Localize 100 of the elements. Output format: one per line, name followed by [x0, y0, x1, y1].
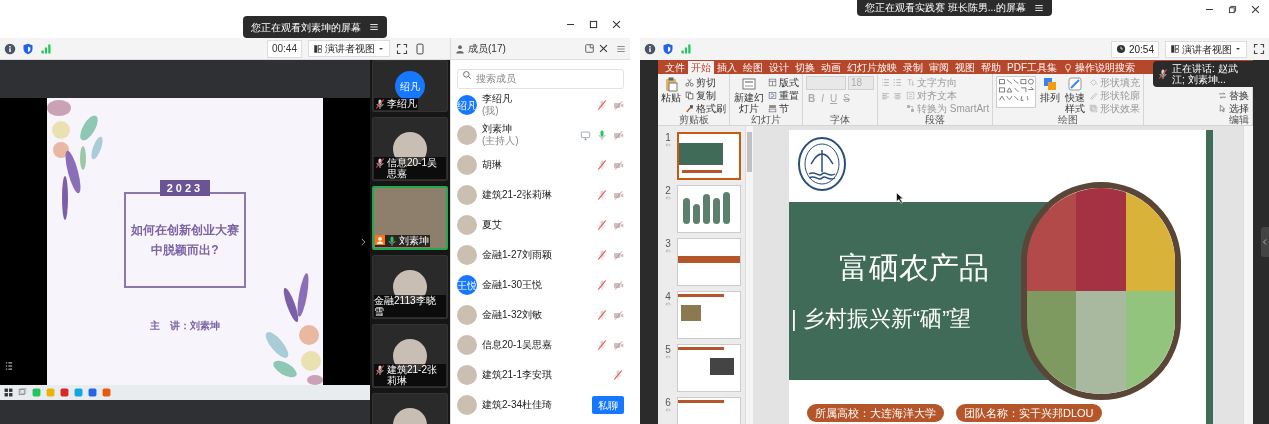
video-tile[interactable]: 刘素坤: [372, 186, 448, 250]
fullscreen-icon[interactable]: [396, 42, 408, 55]
fullscreen-icon[interactable]: [1253, 43, 1265, 55]
reset-icon: [768, 90, 777, 100]
member-role: (我): [482, 105, 500, 117]
person-icon: [455, 43, 465, 54]
member-row[interactable]: 夏艾: [451, 210, 630, 240]
ribbon-tab[interactable]: 动画: [818, 61, 844, 74]
shield-icon[interactable]: [662, 43, 674, 55]
close-icon[interactable]: [598, 43, 609, 54]
ribbon-button[interactable]: 重置: [768, 89, 799, 101]
member-name: 信息20-1吴思嘉: [482, 339, 553, 351]
ribbon-tab[interactable]: 帮助: [978, 61, 1004, 74]
restore-icon[interactable]: [1227, 4, 1238, 15]
avatar-photo: [457, 365, 477, 385]
avatar-photo: [457, 185, 477, 205]
ribbon-tab[interactable]: 开始: [688, 61, 714, 74]
member-row[interactable]: 信息20-1吴思嘉: [451, 330, 630, 360]
ribbon-button[interactable]: 剪切: [685, 76, 726, 88]
lightbulb-icon: [1063, 62, 1073, 73]
member-name: 刘素坤: [482, 123, 513, 135]
ribbon-group-label: 幻灯片: [750, 114, 782, 125]
shapes-gallery[interactable]: [996, 76, 1037, 108]
ribbon-button[interactable]: 快速样式: [1064, 76, 1086, 114]
copy-icon: [685, 90, 694, 100]
member-name: 胡琳: [482, 159, 503, 171]
member-row[interactable]: 金融1-32刘敏: [451, 300, 630, 330]
slide-thumbnail[interactable]: [677, 185, 741, 233]
info-icon[interactable]: [4, 42, 16, 55]
member-row[interactable]: 建筑21-2张莉琳: [451, 180, 630, 210]
slide-title-line: 中脱颖而出?: [151, 243, 219, 257]
meeting-timer: 00:44: [266, 39, 302, 58]
info-icon[interactable]: [644, 43, 656, 55]
side-panel-tab[interactable]: [1261, 227, 1269, 257]
participant-name: 刘素坤: [399, 235, 429, 246]
ribbon-button[interactable]: 复制: [685, 89, 726, 101]
ribbon-button[interactable]: 格式刷: [685, 102, 726, 114]
slide-title: 富硒农产品: [838, 250, 990, 286]
menu-icon[interactable]: [369, 22, 379, 32]
member-row[interactable]: 建筑2-34杜佳琦 私聊: [451, 390, 630, 420]
ribbon-tab[interactable]: PDF工具集: [1004, 61, 1060, 74]
video-tile[interactable]: 绍凡 李绍凡: [372, 60, 448, 112]
member-row[interactable]: 胡琳: [451, 150, 630, 180]
ribbon-button[interactable]: 版式: [768, 76, 799, 88]
private-chat-button[interactable]: 私聊: [592, 396, 624, 414]
windows-icon[interactable]: [4, 388, 13, 397]
member-name: 建筑2-34杜佳琦: [482, 399, 553, 411]
layout-icon: [1170, 44, 1180, 54]
ribbon-button[interactable]: 新建幻灯片: [733, 76, 764, 114]
video-tile[interactable]: 信息20-1吴思嘉: [372, 117, 448, 181]
slide-number: 5: [665, 344, 671, 355]
ribbon-button[interactable]: 粘贴: [661, 76, 681, 103]
shield-icon[interactable]: [22, 42, 34, 55]
search-field[interactable]: 搜索成员: [457, 68, 624, 89]
member-row[interactable]: 刘素坤 (主持人): [451, 120, 630, 150]
slide-thumbnail[interactable]: [677, 344, 741, 392]
ribbon-tab[interactable]: 切换: [792, 61, 818, 74]
slide-thumbnail[interactable]: [677, 291, 741, 339]
slide-thumbnail[interactable]: [677, 238, 741, 286]
ribbon-button[interactable]: 节: [768, 102, 799, 114]
member-row[interactable]: 王悦 金融1-30王悦: [451, 270, 630, 300]
ribbon-tab[interactable]: 插入: [714, 61, 740, 74]
font-name-field[interactable]: [806, 76, 846, 90]
close-icon[interactable]: [611, 19, 622, 30]
university-emblem-icon: [797, 136, 847, 192]
clock-text: 20:54: [1128, 42, 1154, 57]
view-button[interactable]: 演讲者视图: [308, 40, 390, 57]
menu-icon[interactable]: [1034, 3, 1045, 13]
ribbon-button[interactable]: 排列: [1040, 76, 1061, 103]
search-icon: [462, 70, 472, 80]
close-icon[interactable]: [1250, 4, 1261, 15]
video-tile[interactable]: 建筑21-2张莉琳: [372, 324, 448, 388]
popout-icon[interactable]: [584, 43, 595, 54]
ribbon-button[interactable]: 替换: [1218, 89, 1249, 101]
member-row[interactable]: 建筑21-1李安琪: [451, 360, 630, 390]
member-row[interactable]: 金融1-27刘雨颖: [451, 240, 630, 270]
task-view-icon[interactable]: [18, 388, 27, 397]
member-name: 夏艾: [482, 219, 503, 231]
maximize-icon[interactable]: [588, 19, 599, 30]
tell-me-search[interactable]: 操作说明搜索: [1060, 61, 1138, 74]
list-menu-icon[interactable]: [4, 361, 14, 371]
section-icon: [768, 103, 777, 113]
ribbon-tab[interactable]: 幻灯片放映: [844, 61, 900, 74]
avatar-photo: [457, 395, 477, 415]
ribbon-tab[interactable]: 设计: [766, 61, 792, 74]
avatar-photo: [457, 125, 477, 145]
avatar-photo: [457, 245, 477, 265]
ribbon-tab[interactable]: 录制: [900, 61, 926, 74]
view-button[interactable]: 演讲者视图: [1165, 40, 1247, 58]
ribbon-button[interactable]: 选择: [1218, 102, 1249, 114]
transition-icon: [664, 143, 672, 150]
transition-icon: [664, 302, 672, 309]
slide-thumbnail[interactable]: [677, 132, 741, 180]
ribbon-tab[interactable]: 审阅: [926, 61, 952, 74]
phone-icon[interactable]: [414, 42, 426, 55]
scroll-thumb[interactable]: [747, 132, 752, 172]
ribbon-tab[interactable]: 绘图: [740, 61, 766, 74]
ribbon-tab[interactable]: 文件: [662, 61, 688, 74]
video-tile[interactable]: 金融2113李晓雪: [372, 255, 448, 319]
ribbon-tab[interactable]: 视图: [952, 61, 978, 74]
